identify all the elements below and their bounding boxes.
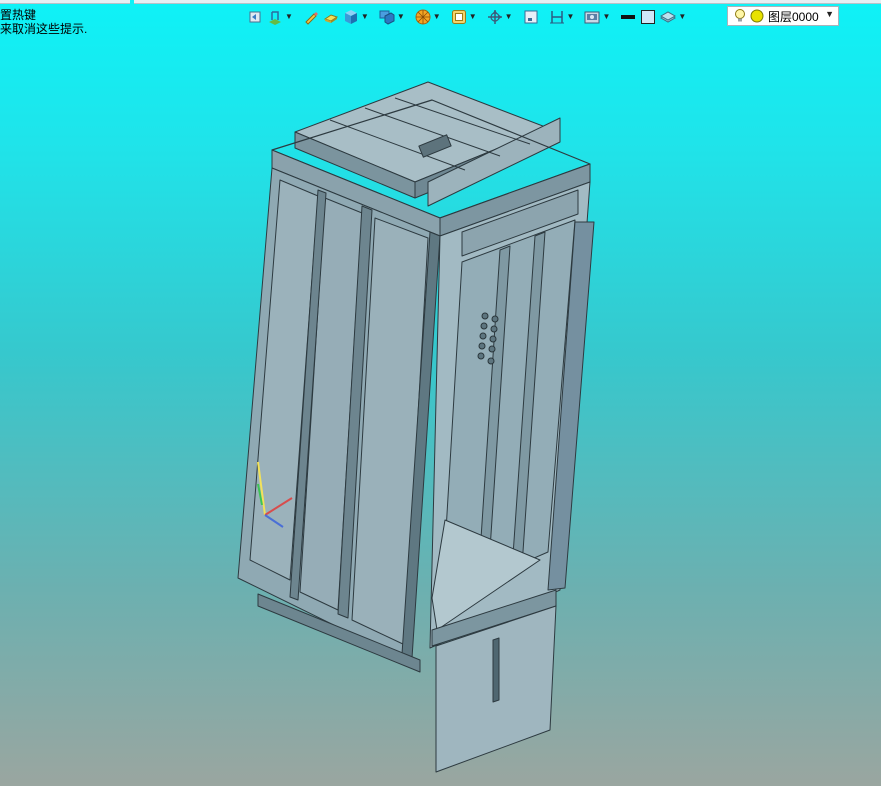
- camera-settings-dropdown[interactable]: ▼: [582, 6, 612, 28]
- layer-select[interactable]: 图层0000 ▼: [727, 6, 839, 26]
- chevron-down-icon: ▼: [504, 12, 513, 21]
- camera-settings-icon: [584, 11, 600, 24]
- orbit-dropdown[interactable]: ▼: [485, 6, 515, 28]
- view-toolbar: ▼ ▼ ▼ ▼ ▼ ▼ ▼ ▼ ▼: [245, 6, 688, 28]
- chevron-down-icon: ▼: [285, 12, 293, 21]
- cop-button: [478, 342, 486, 350]
- elevator-cabin-model: [237, 81, 595, 773]
- display-mode-dropdown[interactable]: ▼: [377, 6, 407, 28]
- fill-color-icon: [641, 10, 656, 24]
- snap-dropdown[interactable]: ▼: [449, 6, 479, 28]
- layer-color-dot-icon: [750, 9, 764, 23]
- chevron-down-icon: ▼: [396, 12, 405, 21]
- cop-button: [489, 335, 497, 343]
- view-back-icon: [249, 11, 261, 23]
- 3d-viewport[interactable]: [0, 30, 881, 786]
- fill-color-button[interactable]: [638, 6, 658, 28]
- cop-button: [490, 325, 498, 333]
- snap-icon: [451, 10, 466, 24]
- line-color-button[interactable]: [618, 6, 638, 28]
- layers-stack-icon: [660, 11, 677, 23]
- chevron-down-icon: ▼: [360, 12, 369, 21]
- chevron-down-icon: ▼: [432, 12, 441, 21]
- eraser-icon: [323, 14, 339, 23]
- cop-button: [480, 322, 488, 330]
- view-back-button[interactable]: [245, 6, 265, 28]
- line-color-icon: [621, 15, 636, 19]
- layer-name: 图层0000: [768, 9, 819, 24]
- scene-layer-dropdown[interactable]: ▼: [265, 6, 295, 28]
- frame-view-button[interactable]: [521, 6, 541, 28]
- sketch-button[interactable]: [301, 6, 321, 28]
- hint-line-1: 置热键: [0, 8, 37, 22]
- chevron-down-icon: ▼: [602, 12, 611, 21]
- chevron-down-icon: ▼: [678, 12, 687, 21]
- display-mode-icon: [379, 10, 395, 25]
- cop-button: [481, 312, 489, 320]
- render-ball-icon: [415, 9, 431, 25]
- cop-button: [487, 357, 495, 365]
- shading-dropdown[interactable]: ▼: [341, 6, 371, 28]
- lightbulb-icon: [735, 9, 745, 22]
- window-top-edge: [0, 0, 881, 4]
- layer-manager-dropdown[interactable]: ▼: [658, 6, 688, 28]
- orbit-axes-icon: [487, 10, 502, 24]
- cop-button: [479, 332, 487, 340]
- frame-view-icon: [524, 10, 538, 24]
- render-dropdown[interactable]: ▼: [413, 6, 443, 28]
- threshold-slot: [492, 637, 500, 703]
- cop-button: [491, 315, 499, 323]
- pencil-icon: [305, 12, 318, 25]
- chevron-down-icon: ▼: [468, 12, 477, 21]
- chevron-down-icon[interactable]: ▼: [825, 9, 834, 19]
- section-dropdown[interactable]: ▼: [547, 6, 577, 28]
- cop-button: [477, 352, 485, 360]
- erase-button[interactable]: [321, 6, 341, 28]
- chevron-down-icon: ▼: [566, 12, 575, 21]
- cop-button: [488, 345, 496, 353]
- scene-layer-icon: [269, 11, 281, 25]
- section-plane-icon: [549, 11, 564, 24]
- cube-shaded-icon: [344, 10, 357, 24]
